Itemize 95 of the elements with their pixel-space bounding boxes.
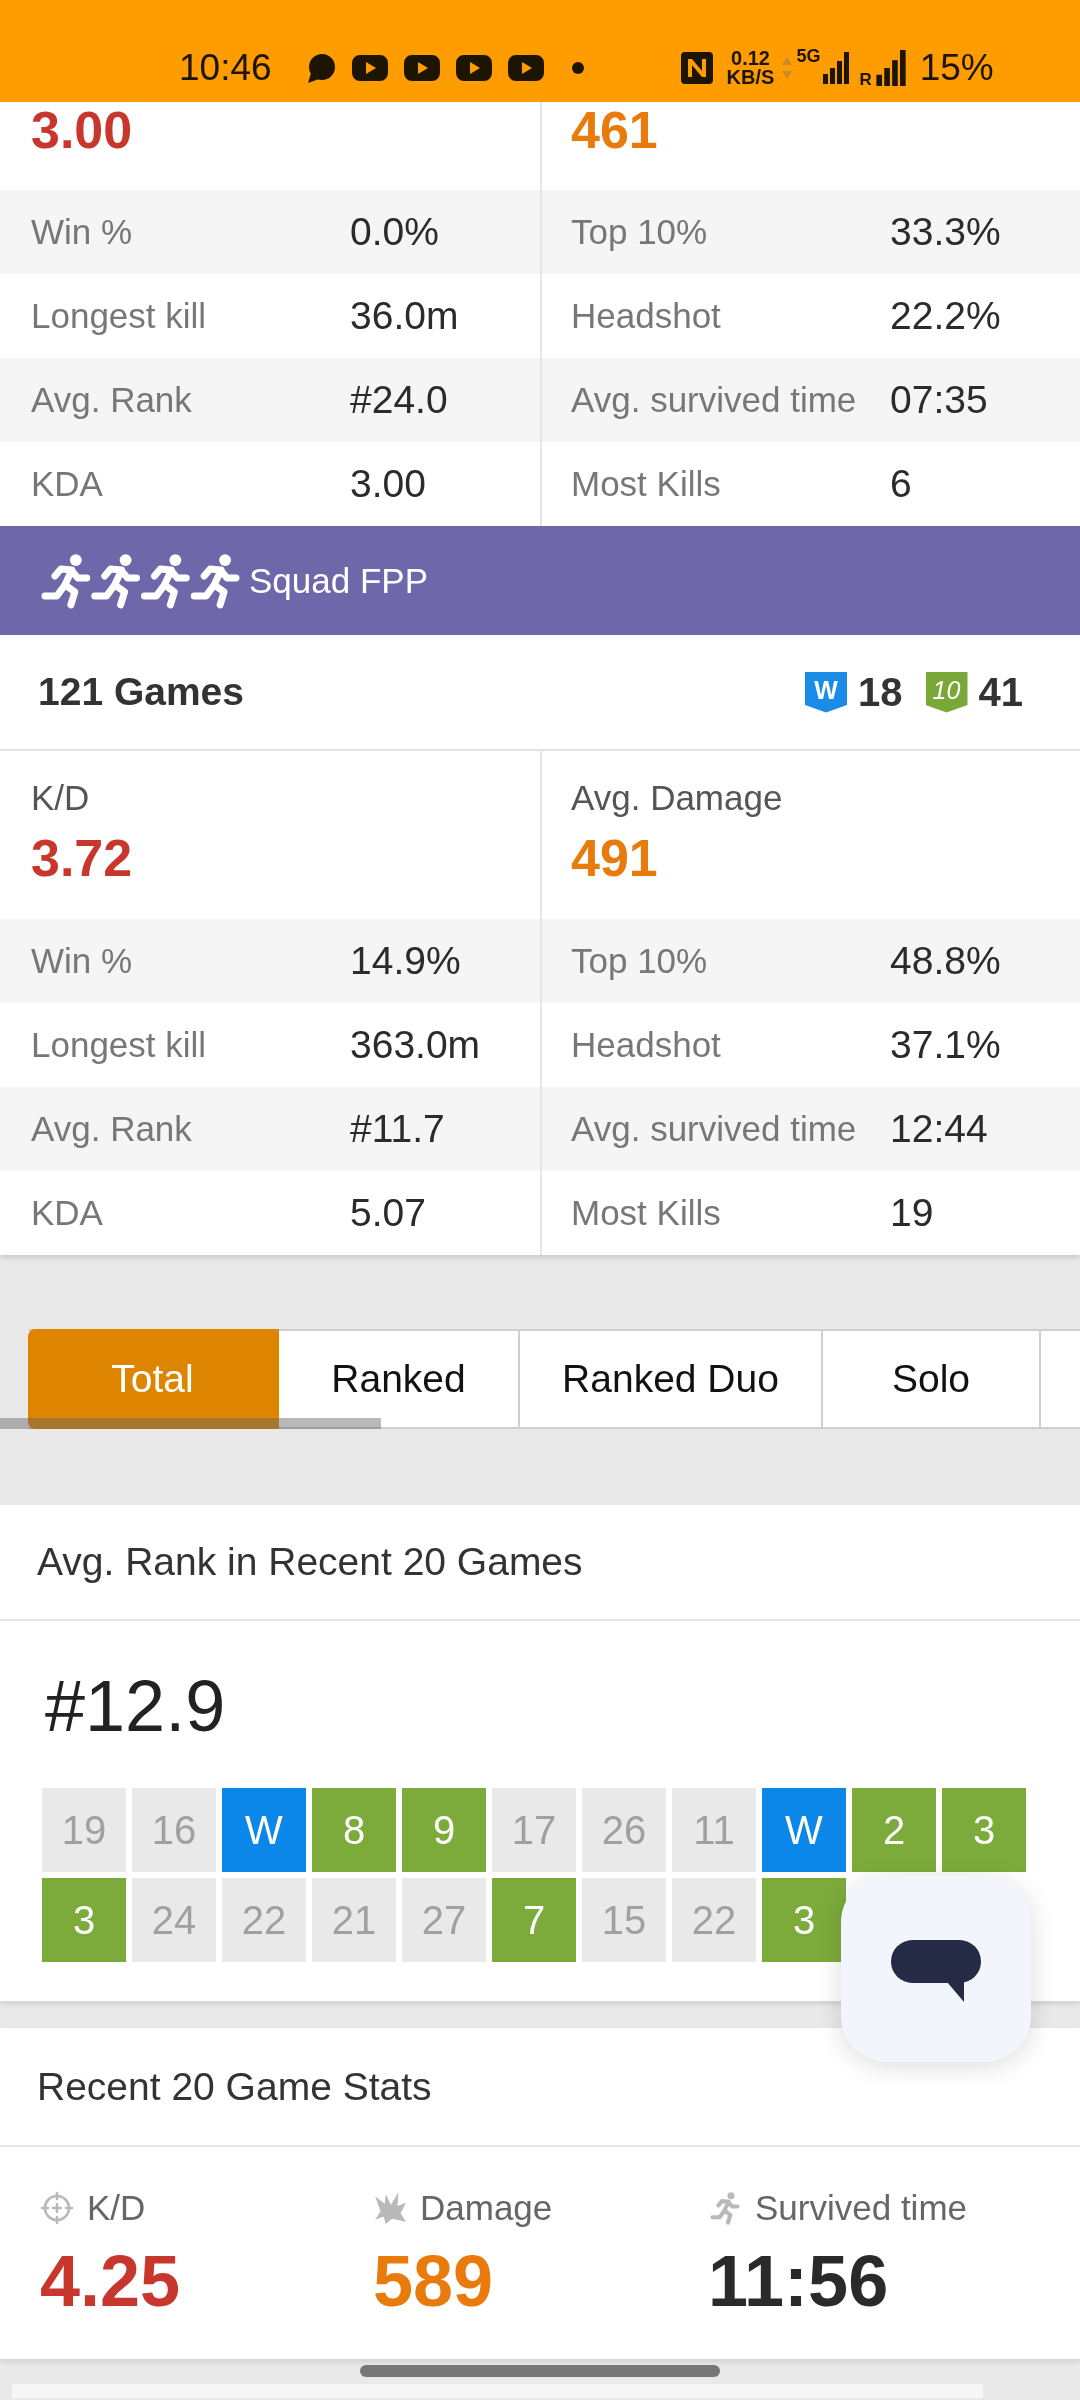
stat-label: Most Kills [571,1193,722,1233]
section-title: Avg. Rank in Recent 20 Games [37,1540,583,1584]
damage-value: 589 [373,2241,494,2321]
damage-value: 461 [571,102,659,158]
stat-value: 33.3% [890,210,1001,254]
stat-label: K/D [87,2188,146,2228]
stat-value: 22.2% [890,294,1001,338]
signal-icon [823,52,850,84]
stat-label: Most Kills [571,464,722,504]
stat-value: 37.1% [890,1023,1001,1067]
stat-label: Avg. survived time [571,380,858,420]
games-count: 121 Games [38,670,245,714]
chat-bubble-icon [305,53,336,83]
rank-tile: 22 [222,1878,306,1962]
play-icon [403,55,440,81]
stat-label: Avg. survived time [571,1109,858,1149]
kd-value: 3.72 [31,830,134,886]
signal-label: R [859,70,872,90]
stat-value: 07:35 [890,378,988,422]
stat-label: Headshot [571,296,722,336]
rank-tile: 16 [132,1788,216,1872]
data-arrows-icon [782,57,793,79]
rank-tile: 15 [582,1878,666,1962]
status-time: 10:46 [179,47,272,89]
stat-value: 19 [890,1191,934,1235]
stat-label: Win % [31,212,134,252]
stat-value: 12:44 [890,1107,988,1151]
kd-value: 3.00 [31,102,134,158]
rank-tile: 2 [852,1788,936,1872]
stat-value: 0.0% [350,210,439,254]
stat-value: 5.07 [350,1191,426,1235]
play-icon [351,55,388,81]
speed-unit: KB/S [726,68,775,87]
battery-level: 15% [919,47,994,89]
stat-value: #11.7 [350,1107,445,1151]
rank-tile: 17 [492,1788,576,1872]
play-icon [455,55,492,81]
stat-label: Survived time [755,2188,968,2228]
network-type: 5G [796,46,821,67]
stat-label: KDA [31,464,104,504]
signal-icon [875,50,906,86]
stat-label: Top 10% [571,212,709,252]
dot-icon [571,62,584,74]
rank-tile: W [762,1788,846,1872]
stat-label: Damage [420,2188,553,2228]
stat-label: KDA [31,1193,104,1233]
stat-label: Win % [31,941,134,981]
section-title: Recent 20 Game Stats [37,2064,432,2109]
squad-icon [41,552,240,609]
stat-value: #24.0 [350,378,448,422]
rank-tile: W [222,1788,306,1872]
top-ten-badge: 10 [925,671,968,713]
chat-button[interactable] [841,1876,1031,2062]
rank-tile: 9 [402,1788,486,1872]
stat-label: Avg. Rank [31,1109,193,1149]
network-speed: 0.12 [731,49,770,68]
stat-label: K/D [31,777,91,819]
rank-tile: 11 [672,1788,756,1872]
damage-value: 491 [571,830,659,886]
explosion-icon [373,2191,407,2225]
play-icon [507,55,544,81]
mode-title: Squad FPP [249,560,428,601]
kd-value: 4.25 [40,2241,181,2321]
stat-label: Avg. Rank [31,380,193,420]
rank-tile: 26 [582,1788,666,1872]
badge-count: 18 [858,669,903,715]
stat-label: Longest kill [31,1025,208,1065]
stat-value: 6 [890,462,912,506]
rank-tile: 27 [402,1878,486,1962]
rank-tile: 24 [132,1878,216,1962]
stat-value: 14.9% [350,939,461,983]
stat-label: Headshot [571,1025,722,1065]
rank-tile: 22 [672,1878,756,1962]
rank-tile: 3 [762,1878,846,1962]
speech-bubble-icon [891,1940,981,2002]
average-rank: #12.9 [45,1666,226,1746]
letter-n-icon [680,52,713,84]
rank-tile: 3 [42,1878,126,1962]
stat-label: Longest kill [31,296,208,336]
crosshair-icon [40,2191,74,2225]
stat-label: Avg. Damage [571,777,784,819]
win-badge: W [805,671,847,713]
badge-count: 41 [978,669,1023,715]
rank-tile: 19 [42,1788,126,1872]
stat-value: 36.0m [350,294,459,338]
rank-tile: 8 [312,1788,396,1872]
rank-tile: 7 [492,1878,576,1962]
rank-tile: 3 [942,1788,1026,1872]
stat-label: Top 10% [571,941,709,981]
stat-value: 48.8% [890,939,1001,983]
stat-value: 3.00 [350,462,426,506]
rank-tile: 21 [312,1878,396,1962]
survived-time-value: 11:56 [708,2241,889,2321]
runner-icon [708,2191,742,2225]
stat-value: 363.0m [350,1023,481,1067]
